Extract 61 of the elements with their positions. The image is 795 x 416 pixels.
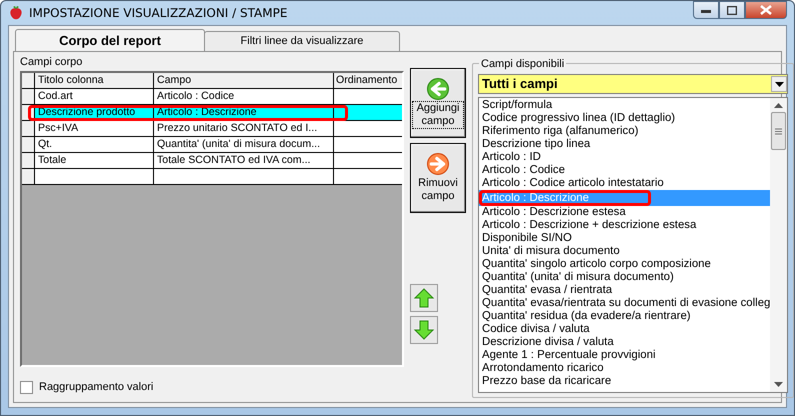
row-header	[22, 137, 35, 153]
row-header	[22, 153, 35, 169]
list-item[interactable]: Riferimento riga (alfanumerico)	[479, 125, 770, 138]
window-title: IMPOSTAZIONE VISUALIZZAZIONI / STAMPE	[29, 5, 288, 22]
scrollbar[interactable]	[770, 98, 788, 392]
list-item[interactable]: Articolo : Descrizione estesa	[479, 206, 770, 219]
down-arrow-icon	[413, 319, 435, 341]
row-header	[22, 73, 35, 89]
move-down-button[interactable]	[410, 316, 438, 344]
list-item[interactable]: Articolo : Descrizione + descrizione estesa	[479, 219, 770, 232]
row-header	[22, 89, 35, 105]
tab[interactable]: Corpo del report	[15, 29, 205, 51]
group-label: Campi corpo	[20, 55, 84, 70]
field-button[interactable]: Aggiungi campo	[410, 68, 466, 138]
list-item[interactable]: Articolo : ID	[479, 151, 770, 164]
table-row[interactable]: Qt. Quantita' (unita' di misura docum...	[22, 137, 402, 153]
caret-icon[interactable]	[771, 76, 788, 92]
maximize-icon	[727, 6, 737, 14]
filter-dropdown[interactable]: Tutti i campi	[478, 74, 788, 94]
table-row[interactable]: Cod.art Articolo : Codice	[22, 89, 402, 105]
list-item[interactable]: Codice progressivo linea (ID dettaglio)	[479, 112, 770, 125]
list-item[interactable]: Articolo : Codice articolo intestatario	[479, 177, 770, 190]
list-item[interactable]: Quantita' evasa / rientrata	[479, 284, 770, 297]
minimize-button[interactable]	[693, 1, 719, 19]
table-cell: Cod.art	[35, 89, 154, 105]
list-item[interactable]: Articolo : Codice	[479, 164, 770, 177]
minimize-icon	[701, 7, 711, 13]
list-item[interactable]: Unita' di misura documento	[479, 245, 770, 258]
group-label: Campi disponibili	[479, 56, 566, 72]
column-header[interactable]: Campo	[154, 73, 334, 89]
list-item[interactable]: Quantita' (unita' di misura documento)	[479, 271, 770, 284]
field-button[interactable]: Rimuovi campo	[410, 143, 466, 213]
strawberry-icon	[8, 5, 24, 21]
table-row[interactable]: Descrizione prodotto Articolo : Descrizione	[22, 105, 402, 121]
list-item[interactable]: Agente 1 : Percentuale provvigioni	[479, 349, 770, 362]
close-icon	[760, 5, 772, 15]
list-item[interactable]: Arrotondamento ricarico	[479, 362, 770, 375]
list-item[interactable]: Prezzo base da ricaricare	[479, 375, 770, 388]
table-cell: Articolo : Codice	[154, 89, 334, 105]
move-up-button[interactable]	[410, 284, 438, 312]
checkbox-label: Raggruppamento valori	[39, 380, 154, 395]
row-header	[22, 121, 35, 137]
list-item[interactable]: Script/formula	[479, 99, 770, 112]
checkbox[interactable]	[20, 380, 33, 394]
column-header[interactable]: Titolo colonna	[35, 73, 154, 89]
maximize-button[interactable]	[719, 1, 745, 19]
up-arrow-icon	[413, 287, 435, 309]
tab[interactable]: Filtri linee da visualizzare	[204, 31, 400, 51]
list-item[interactable]: Quantita' residua (da evadere/a rientrare)	[479, 310, 770, 323]
scroll-thumb[interactable]	[771, 112, 786, 150]
list-item[interactable]: Quantita' singolo articolo corpo composizione	[479, 258, 770, 271]
table-row[interactable]: Totale Totale SCONTATO ed IVA com...	[22, 153, 402, 169]
table-row[interactable]: Psc+IVA Prezzo unitario SCONTATO ed I...	[22, 121, 402, 137]
new-row[interactable]	[22, 169, 402, 185]
column-header[interactable]: Ordinamento	[334, 73, 402, 89]
list-item[interactable]: Quantita' evasa/rientrata su documenti di evasione colleg	[479, 297, 770, 310]
close-button[interactable]	[745, 1, 787, 19]
list-item[interactable]: Descrizione tipo linea	[479, 138, 770, 151]
list-item[interactable]: Codice divisa / valuta	[479, 323, 770, 336]
list-item[interactable]: Disponibile SI/NO	[479, 232, 770, 245]
list-item[interactable]: Descrizione divisa / valuta	[479, 336, 770, 349]
